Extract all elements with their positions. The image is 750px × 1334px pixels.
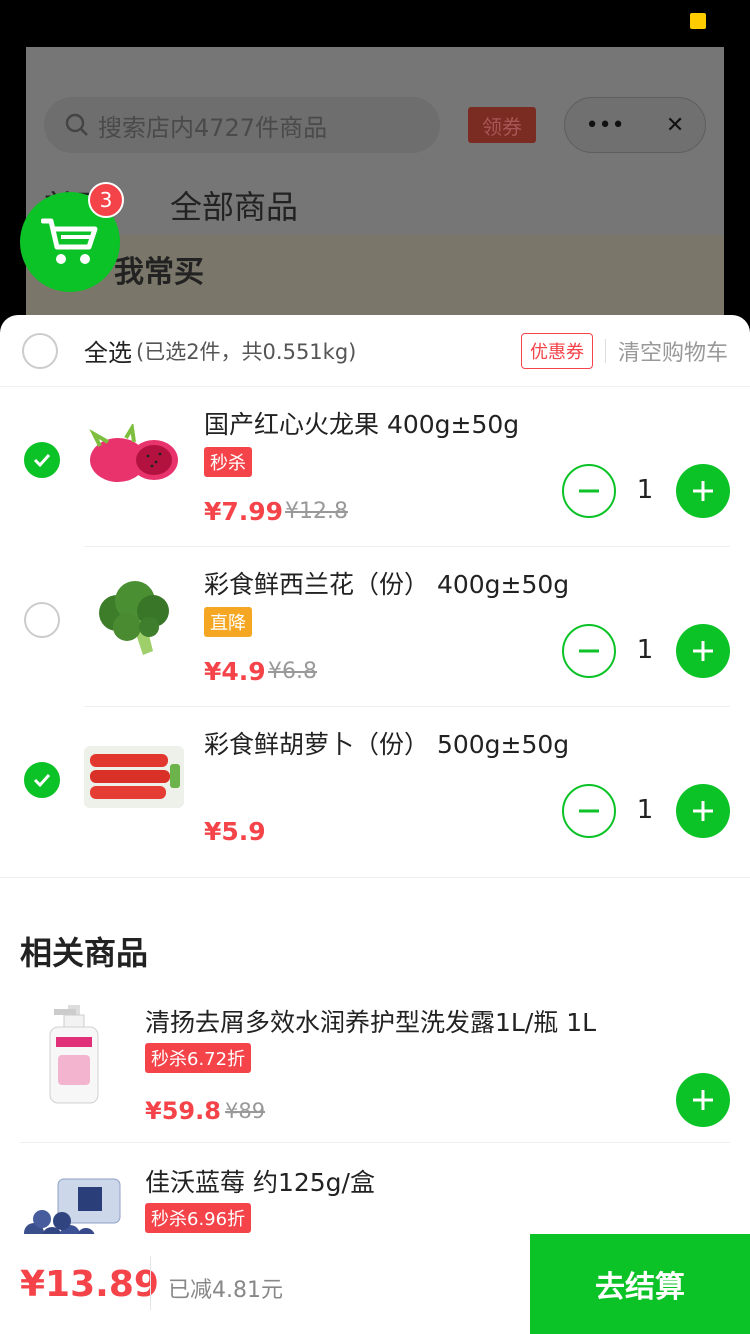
more-icon[interactable]: ••• xyxy=(586,113,625,138)
related-product: 清扬去屑多效水润养护型洗发露1L/瓶 1L 秒杀6.72折 ¥59.8 ¥89 xyxy=(0,1003,750,1163)
item-price: ¥7.99 xyxy=(204,497,284,526)
dragonfruit-image[interactable] xyxy=(84,417,184,497)
store-search-bar[interactable]: 搜索店内4727件商品 xyxy=(44,97,440,153)
item-name[interactable]: 国产红心火龙果 400g±50g xyxy=(204,405,519,441)
cart-sheet: 全选 (已选2件，共0.551kg) 优惠券 清空购物车 国产红心火龙果 400… xyxy=(0,315,750,1334)
original-price: ¥89 xyxy=(225,1099,266,1123)
related-name[interactable]: 佳沃蓝莓 约125g/盒 xyxy=(145,1163,375,1199)
quantity-value: 1 xyxy=(636,475,654,505)
cart-item: 彩食鲜胡萝卜（份） 500g±50g ¥5.9 1 xyxy=(0,707,750,867)
quantity-value: 1 xyxy=(636,795,654,825)
item-price: ¥4.9 xyxy=(204,657,266,686)
cart-item: 彩食鲜西兰花（份） 400g±50g 直降 ¥4.9 ¥6.8 1 xyxy=(0,547,750,707)
plus-icon xyxy=(693,481,713,501)
decrease-quantity-button[interactable] xyxy=(562,464,616,518)
plus-icon xyxy=(693,1090,713,1110)
promo-tag: 秒杀6.72折 xyxy=(145,1043,252,1073)
total-price: ¥13.89 xyxy=(20,1264,159,1305)
cart-item: 国产红心火龙果 400g±50g 秒杀 ¥7.99 ¥12.8 1 xyxy=(0,387,750,547)
divider xyxy=(604,338,606,363)
frequent-section-title: 我常买 xyxy=(114,255,204,290)
decrease-quantity-button[interactable] xyxy=(562,624,616,678)
increase-quantity-button[interactable] xyxy=(676,624,730,678)
plus-icon xyxy=(693,641,713,661)
coupon-button[interactable]: 领券 xyxy=(468,107,536,143)
search-placeholder: 搜索店内4727件商品 xyxy=(98,113,328,142)
close-icon[interactable]: ✕ xyxy=(666,113,684,138)
promo-tag: 直降 xyxy=(204,607,252,637)
search-icon xyxy=(65,113,88,136)
add-to-cart-button[interactable] xyxy=(676,1073,730,1127)
status-indicator xyxy=(690,13,706,29)
check-icon xyxy=(33,773,51,788)
minus-icon xyxy=(579,489,599,493)
related-price: ¥59.8 xyxy=(145,1097,221,1125)
minus-icon xyxy=(579,649,599,653)
mini-program-capsule[interactable]: ••• ✕ xyxy=(564,97,706,153)
quantity-value: 1 xyxy=(636,635,654,665)
select-all-checkbox[interactable] xyxy=(22,332,58,369)
item-divider xyxy=(20,1142,730,1143)
broccoli-image[interactable] xyxy=(84,577,184,657)
related-products-title: 相关商品 xyxy=(20,934,149,972)
select-all-label[interactable]: 全选 xyxy=(84,333,132,368)
divider xyxy=(150,1256,151,1310)
background-page: 搜索店内4727件商品 领券 ••• ✕ 首页 全部商品 我常买 xyxy=(26,47,724,347)
item-price: ¥5.9 xyxy=(204,817,266,846)
decrease-quantity-button[interactable] xyxy=(562,784,616,838)
carrot-image[interactable] xyxy=(84,737,184,817)
clear-cart-button[interactable]: 清空购物车 xyxy=(618,335,728,367)
related-name[interactable]: 清扬去屑多效水润养护型洗发露1L/瓶 1L xyxy=(145,1003,596,1039)
section-divider xyxy=(0,877,750,878)
tab-all-products[interactable]: 全部商品 xyxy=(170,182,298,228)
checkout-button[interactable]: 去结算 xyxy=(530,1234,750,1334)
original-price: ¥12.8 xyxy=(285,499,348,524)
item-checkbox[interactable] xyxy=(24,602,60,638)
cart-icon xyxy=(41,218,98,264)
promo-tag: 秒杀6.96折 xyxy=(145,1203,252,1233)
checkout-bar: ¥13.89 已减4.81元 去结算 xyxy=(0,1234,750,1334)
promo-tag: 秒杀 xyxy=(204,447,252,477)
increase-quantity-button[interactable] xyxy=(676,784,730,838)
item-name[interactable]: 彩食鲜西兰花（份） 400g±50g xyxy=(204,565,569,601)
increase-quantity-button[interactable] xyxy=(676,464,730,518)
item-checkbox[interactable] xyxy=(24,442,60,478)
selection-summary: (已选2件，共0.551kg) xyxy=(136,339,357,364)
check-icon xyxy=(33,453,51,468)
shampoo-image[interactable] xyxy=(22,1003,126,1107)
plus-icon xyxy=(693,801,713,821)
item-name[interactable]: 彩食鲜胡萝卜（份） 500g±50g xyxy=(204,725,569,761)
discount-amount: 已减4.81元 xyxy=(168,1278,283,1303)
minus-icon xyxy=(579,809,599,813)
item-checkbox[interactable] xyxy=(24,762,60,798)
cart-count-badge: 3 xyxy=(88,182,124,218)
cart-sheet-header: 全选 (已选2件，共0.551kg) 优惠券 清空购物车 xyxy=(0,315,750,387)
coupon-tag[interactable]: 优惠券 xyxy=(520,332,593,369)
original-price: ¥6.8 xyxy=(268,659,317,684)
